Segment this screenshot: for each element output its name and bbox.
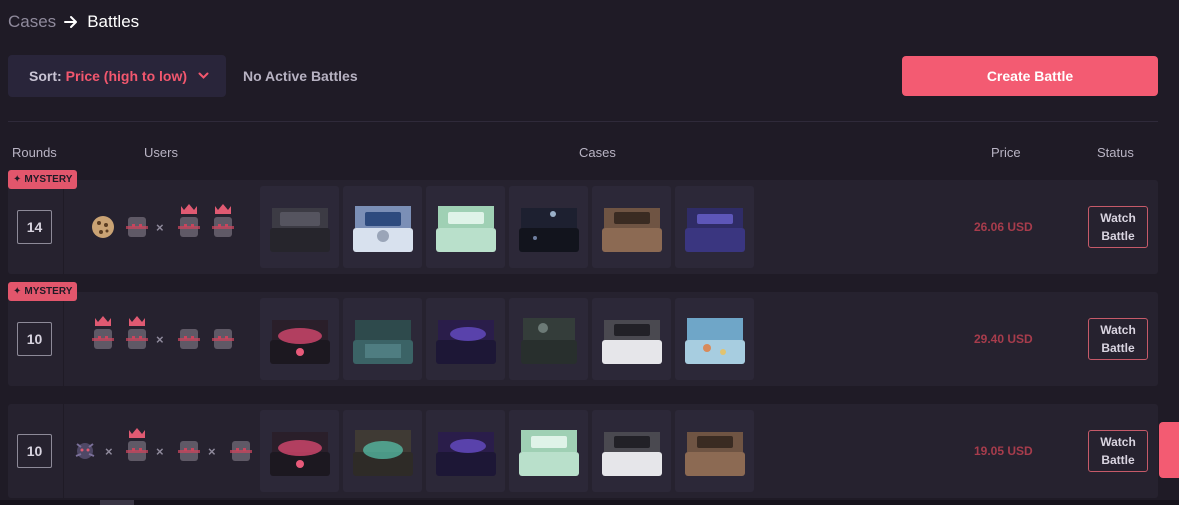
case-tile[interactable] <box>343 186 422 268</box>
case-tile[interactable] <box>260 298 339 380</box>
empty-user-slot-icon[interactable] <box>174 404 204 498</box>
case-tile[interactable] <box>509 410 588 492</box>
crown-user-slot-icon[interactable] <box>122 404 152 498</box>
empty-user-slot-icon[interactable] <box>208 292 238 386</box>
crown-user-slot-icon[interactable] <box>208 180 238 274</box>
case-tile[interactable] <box>343 298 422 380</box>
case-tile[interactable] <box>592 410 671 492</box>
breadcrumb-cases-link[interactable]: Cases <box>8 12 56 32</box>
column-header-rounds: Rounds <box>12 145 57 160</box>
sort-label: Sort: <box>29 68 62 84</box>
rounds-count: 10 <box>17 322 52 356</box>
user-avatar[interactable] <box>88 180 118 274</box>
empty-user-slot-icon[interactable] <box>122 180 152 274</box>
mystery-badge: ✦ MYSTERY <box>8 170 78 189</box>
battle-row[interactable]: 14 × 26.06 USD Watch Battle <box>8 180 1158 274</box>
sort-value: Price (high to low) <box>65 68 188 84</box>
versus-separator: × <box>156 444 164 459</box>
case-tile[interactable] <box>260 410 339 492</box>
mystery-badge: ✦ MYSTERY <box>8 282 78 301</box>
column-header-status: Status <box>1097 145 1134 160</box>
user-avatar[interactable] <box>70 404 100 498</box>
empty-user-slot-icon[interactable] <box>226 404 256 498</box>
case-tile[interactable] <box>675 186 754 268</box>
case-tile[interactable] <box>509 186 588 268</box>
battle-price: 26.06 USD <box>974 220 1033 234</box>
watch-battle-button[interactable]: Watch Battle <box>1088 430 1148 472</box>
battle-price: 29.40 USD <box>974 332 1033 346</box>
watch-battle-button[interactable]: Watch Battle <box>1088 318 1148 360</box>
battle-row[interactable]: 10 × × × 19.05 USD Watch Battle <box>8 404 1158 498</box>
arrow-right-icon <box>64 15 78 29</box>
case-tile[interactable] <box>509 298 588 380</box>
case-tile[interactable] <box>343 410 422 492</box>
divider <box>8 121 1158 122</box>
rounds-count: 14 <box>17 210 52 244</box>
rounds-cell: 10 <box>8 404 64 498</box>
no-active-battles-text: No Active Battles <box>243 68 358 84</box>
versus-separator: × <box>156 220 164 235</box>
case-tile[interactable] <box>592 186 671 268</box>
case-tile[interactable] <box>260 186 339 268</box>
side-chat-tab[interactable] <box>1159 422 1179 478</box>
column-header-users: Users <box>144 145 178 160</box>
case-tile[interactable] <box>426 410 505 492</box>
column-header-price: Price <box>991 145 1021 160</box>
case-tile[interactable] <box>426 298 505 380</box>
rounds-count: 10 <box>17 434 52 468</box>
column-header-cases: Cases <box>579 145 616 160</box>
battle-row[interactable]: 10 × 29.40 USD Watch Battle <box>8 292 1158 386</box>
breadcrumb-current: Battles <box>87 12 140 31</box>
versus-separator: × <box>208 444 216 459</box>
create-battle-button[interactable]: Create Battle <box>902 56 1158 96</box>
chevron-down-icon <box>198 72 209 80</box>
crown-user-slot-icon[interactable] <box>122 292 152 386</box>
scrollbar-thumb[interactable] <box>100 500 134 505</box>
battle-price: 19.05 USD <box>974 444 1033 458</box>
rounds-cell: 14 <box>8 180 64 274</box>
horizontal-scrollbar[interactable] <box>0 500 1179 505</box>
crown-user-slot-icon[interactable] <box>174 180 204 274</box>
case-tile[interactable] <box>675 298 754 380</box>
case-tile[interactable] <box>592 298 671 380</box>
watch-battle-button[interactable]: Watch Battle <box>1088 206 1148 248</box>
sparkle-icon: ✦ <box>13 286 22 297</box>
sparkle-icon: ✦ <box>13 174 22 185</box>
case-tile[interactable] <box>426 186 505 268</box>
breadcrumb: Cases Battles <box>8 12 139 32</box>
case-tile[interactable] <box>675 410 754 492</box>
versus-separator: × <box>105 444 113 459</box>
versus-separator: × <box>156 332 164 347</box>
sort-dropdown[interactable]: Sort: Price (high to low) <box>8 55 226 97</box>
crown-user-slot-icon[interactable] <box>88 292 118 386</box>
empty-user-slot-icon[interactable] <box>174 292 204 386</box>
rounds-cell: 10 <box>8 292 64 386</box>
